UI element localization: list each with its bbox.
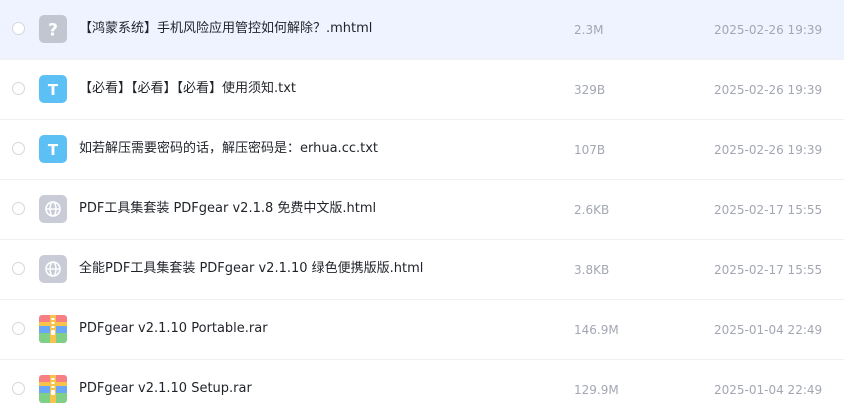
file-name[interactable]: PDF工具集套装 PDFgear v2.1.8 免费中文版.html [79, 200, 376, 218]
svg-text:T: T [48, 81, 59, 99]
file-name[interactable]: PDFgear v2.1.10 Portable.rar [79, 320, 268, 338]
file-size: 2.3M [574, 23, 604, 37]
file-date: 2025-02-26 19:39 [714, 23, 823, 37]
row-checkbox[interactable] [12, 202, 25, 215]
file-date: 2025-02-26 19:39 [714, 83, 823, 97]
file-size: 129.9M [574, 383, 619, 397]
file-date: 2025-01-04 22:49 [714, 323, 823, 337]
web-file-icon [39, 255, 67, 283]
file-row[interactable]: ? 【鸿蒙系统】手机风险应用管控如何解除？.mhtml 2.3M 2025-02… [0, 0, 844, 60]
archive-file-icon [39, 375, 67, 403]
row-checkbox[interactable] [12, 22, 25, 35]
row-checkbox[interactable] [12, 382, 25, 395]
file-row[interactable]: 全能PDF工具集套装 PDFgear v2.1.10 绿色便携版版.html 3… [0, 240, 844, 300]
file-row[interactable]: PDFgear v2.1.10 Portable.rar 146.9M 2025… [0, 300, 844, 360]
file-size: 329B [574, 83, 606, 97]
file-size: 107B [574, 143, 606, 157]
file-row[interactable]: T 【必看】【必看】【必看】使用须知.txt 329B 2025-02-26 1… [0, 60, 844, 120]
file-list: ? 【鸿蒙系统】手机风险应用管控如何解除？.mhtml 2.3M 2025-02… [0, 0, 844, 403]
file-size: 146.9M [574, 323, 619, 337]
file-row[interactable]: PDF工具集套装 PDFgear v2.1.8 免费中文版.html 2.6KB… [0, 180, 844, 240]
file-date: 2025-02-26 19:39 [714, 143, 823, 157]
archive-file-icon [39, 315, 67, 343]
text-file-icon: T [39, 75, 67, 103]
file-date: 2025-02-17 15:55 [714, 203, 823, 217]
file-size: 3.8KB [574, 263, 610, 277]
row-checkbox[interactable] [12, 82, 25, 95]
file-row[interactable]: T 如若解压需要密码的话，解压密码是：erhua.cc.txt 107B 202… [0, 120, 844, 180]
file-name[interactable]: 全能PDF工具集套装 PDFgear v2.1.10 绿色便携版版.html [79, 260, 423, 278]
file-date: 2025-01-04 22:49 [714, 383, 823, 397]
text-file-icon: T [39, 135, 67, 163]
row-checkbox[interactable] [12, 322, 25, 335]
file-name[interactable]: PDFgear v2.1.10 Setup.rar [79, 380, 252, 398]
svg-text:?: ? [48, 21, 58, 41]
svg-text:T: T [48, 141, 59, 159]
row-checkbox[interactable] [12, 262, 25, 275]
file-name[interactable]: 如若解压需要密码的话，解压密码是：erhua.cc.txt [79, 140, 378, 158]
unknown-file-icon: ? [39, 15, 67, 43]
file-name[interactable]: 【必看】【必看】【必看】使用须知.txt [79, 80, 296, 98]
file-date: 2025-02-17 15:55 [714, 263, 823, 277]
file-name[interactable]: 【鸿蒙系统】手机风险应用管控如何解除？.mhtml [79, 20, 372, 38]
file-size: 2.6KB [574, 203, 610, 217]
row-checkbox[interactable] [12, 142, 25, 155]
file-row[interactable]: PDFgear v2.1.10 Setup.rar 129.9M 2025-01… [0, 360, 844, 403]
web-file-icon [39, 195, 67, 223]
